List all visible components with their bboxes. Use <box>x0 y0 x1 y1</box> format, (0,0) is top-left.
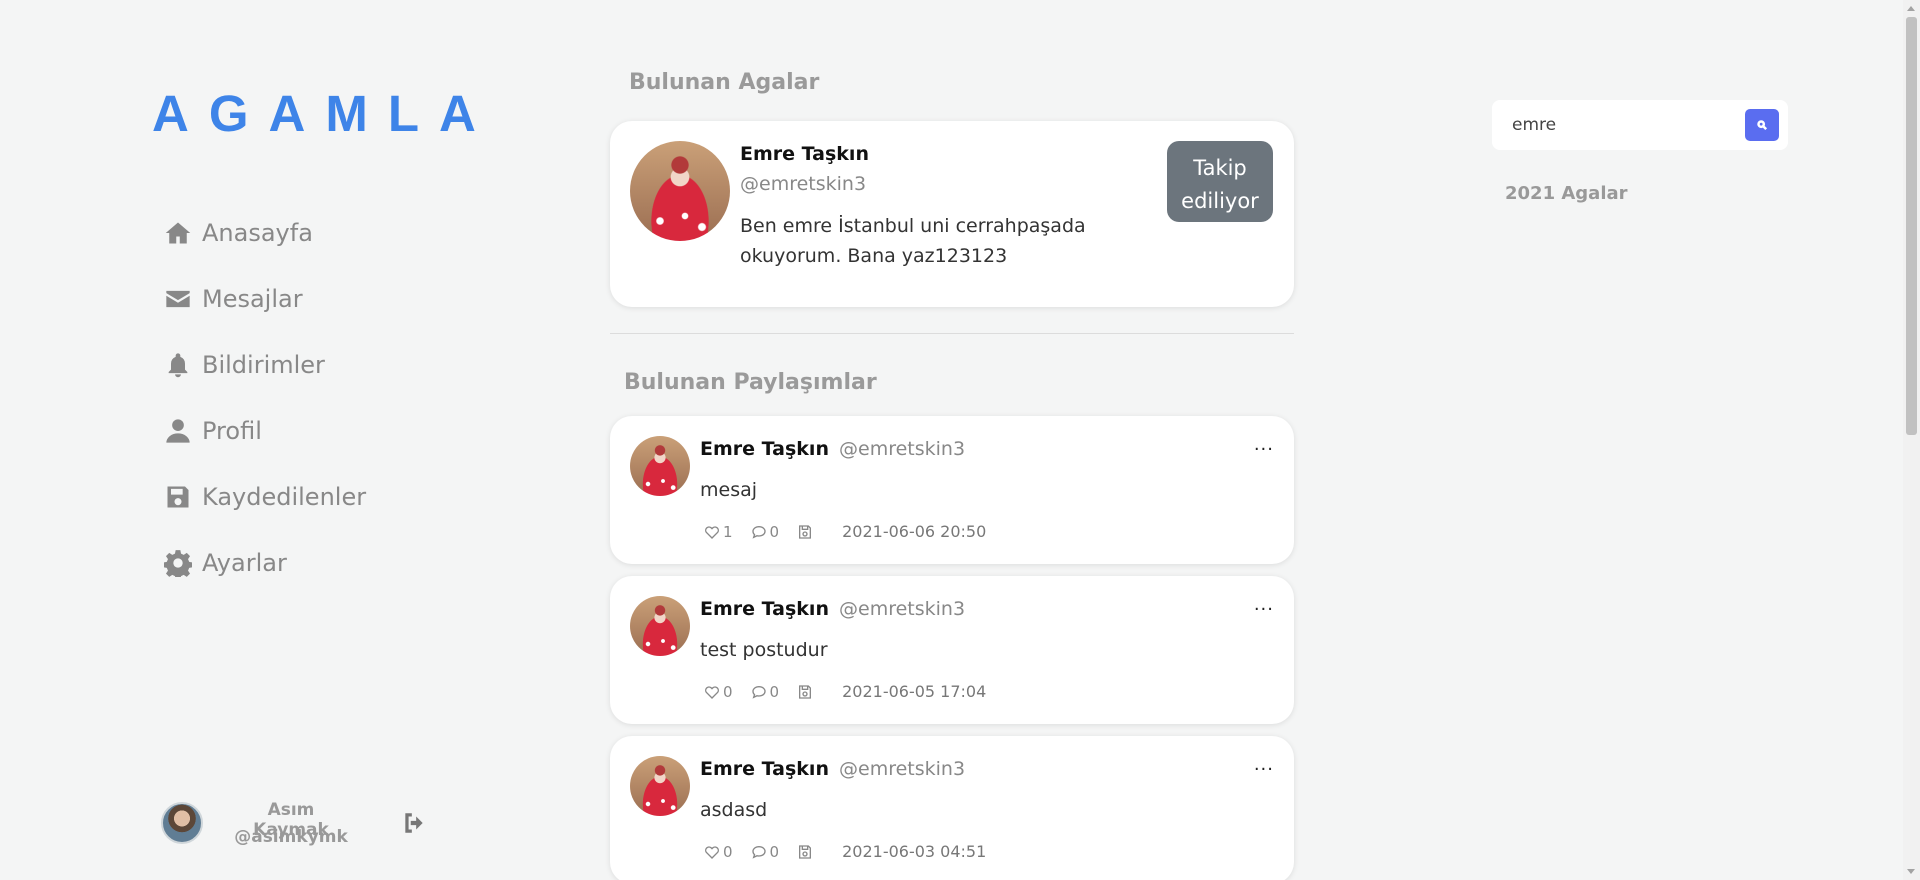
nav-item-anasayfa[interactable]: Anasayfa <box>164 200 366 266</box>
user-name[interactable]: Emre Taşkın <box>740 143 869 165</box>
nav-item-label: Anasayfa <box>202 219 313 247</box>
follow-label-line2: ediliyor <box>1181 188 1259 213</box>
avatar[interactable] <box>630 756 690 816</box>
user-handle: @emretskin3 <box>740 173 867 195</box>
heart-icon <box>705 845 719 859</box>
envelope-icon <box>166 290 190 308</box>
more-options-button[interactable]: ... <box>1254 594 1274 615</box>
nav-item-mesajlar[interactable]: Mesajlar <box>164 266 366 332</box>
logo[interactable]: AGAMLA <box>152 84 496 143</box>
comment-button[interactable]: 0 <box>751 842 780 861</box>
scroll-thumb[interactable] <box>1906 17 1917 435</box>
avatar[interactable] <box>630 596 690 656</box>
search-input[interactable] <box>1512 112 1732 138</box>
sidebar: AGAMLA Anasayfa Mesajlar Bildirimler Pro… <box>0 0 600 880</box>
nav-item-label: Mesajlar <box>202 285 303 313</box>
user-icon <box>166 419 190 443</box>
divider <box>610 333 1294 334</box>
logout-icon[interactable] <box>401 810 427 836</box>
post-text: asdasd <box>700 799 768 821</box>
post-date: 2021-06-06 20:50 <box>842 522 987 541</box>
gear-icon <box>164 550 192 577</box>
home-icon <box>165 222 191 244</box>
scroll-down-arrow[interactable] <box>1907 869 1915 874</box>
post-author-name[interactable]: Emre Taşkın <box>700 598 829 620</box>
like-count: 0 <box>723 842 733 861</box>
like-button[interactable]: 0 <box>704 843 733 861</box>
like-count: 1 <box>723 522 733 541</box>
follow-button[interactable]: Takip ediliyor <box>1167 141 1273 222</box>
more-options-button[interactable]: ... <box>1254 754 1274 775</box>
comment-icon <box>751 525 766 539</box>
comment-count: 0 <box>769 842 780 861</box>
bell-icon <box>168 353 188 378</box>
nav-item-label: Ayarlar <box>202 549 287 577</box>
save-icon <box>799 684 812 699</box>
post-author-handle: @emretskin3 <box>839 438 966 460</box>
avatar[interactable] <box>630 141 730 241</box>
comment-button[interactable]: 0 <box>751 522 780 541</box>
save-post-button[interactable] <box>797 524 816 540</box>
nav-item-label: Profil <box>202 417 262 445</box>
nav-item-profil[interactable]: Profil <box>164 398 366 464</box>
comment-count: 0 <box>769 682 780 701</box>
like-button[interactable]: 1 <box>704 523 733 541</box>
comment-icon <box>751 845 766 859</box>
post-card[interactable]: Emre Taşkın @emretskin3 ... test postudu… <box>610 576 1294 724</box>
comment-button[interactable]: 0 <box>751 682 780 701</box>
search-box <box>1492 100 1788 150</box>
more-options-button[interactable]: ... <box>1254 434 1274 455</box>
scrollbar[interactable] <box>1903 0 1920 880</box>
save-post-button[interactable] <box>797 684 816 700</box>
section-title-posts: Bulunan Paylaşımlar <box>624 370 877 395</box>
post-date: 2021-06-03 04:51 <box>842 842 987 861</box>
post-meta: 0 0 2021-06-05 17:04 <box>704 682 986 701</box>
user-result-card[interactable]: Emre Taşkın @emretskin3 Ben emre İstanbu… <box>610 121 1294 307</box>
post-header: Emre Taşkın @emretskin3 <box>700 758 965 780</box>
post-meta: 0 0 2021-06-03 04:51 <box>704 842 986 861</box>
post-date: 2021-06-05 17:04 <box>842 682 987 701</box>
nav-item-label: Kaydedilenler <box>202 483 367 511</box>
like-count: 0 <box>723 682 733 701</box>
nav-item-ayarlar[interactable]: Ayarlar <box>164 530 366 596</box>
post-meta: 1 0 2021-06-06 20:50 <box>704 522 986 541</box>
post-author-name[interactable]: Emre Taşkın <box>700 758 829 780</box>
post-text: mesaj <box>700 479 758 501</box>
heart-icon <box>705 685 719 699</box>
current-user-handle: @asimkymk <box>234 827 348 847</box>
search-button[interactable] <box>1745 109 1779 141</box>
nav-item-label: Bildirimler <box>202 351 325 379</box>
avatar[interactable] <box>161 802 203 844</box>
comment-count: 0 <box>769 522 780 541</box>
follow-label-line1: Takip <box>1193 155 1247 180</box>
year-title: 2021 Agalar <box>1505 183 1628 204</box>
post-author-handle: @emretskin3 <box>839 758 966 780</box>
user-bio: Ben emre İstanbul uni cerrahpaşada okuyo… <box>740 215 1086 267</box>
post-card[interactable]: Emre Taşkın @emretskin3 ... mesaj 1 0 20… <box>610 416 1294 564</box>
section-title-people: Bulunan Agalar <box>629 70 820 95</box>
search-icon <box>1757 120 1767 130</box>
nav-item-kaydedilenler[interactable]: Kaydedilenler <box>164 464 366 530</box>
post-card[interactable]: Emre Taşkın @emretskin3 ... asdasd 0 0 2… <box>610 736 1294 880</box>
post-author-name[interactable]: Emre Taşkın <box>700 438 829 460</box>
comment-icon <box>751 685 766 699</box>
save-post-button[interactable] <box>797 844 816 860</box>
save-icon <box>799 844 812 859</box>
nav-item-bildirimler[interactable]: Bildirimler <box>164 332 366 398</box>
current-user: Asım Kaymak @asimkymk <box>161 798 431 848</box>
save-icon <box>799 524 812 539</box>
heart-icon <box>705 525 719 539</box>
post-text: test postudur <box>700 639 828 661</box>
nav-menu: Anasayfa Mesajlar Bildirimler Profil Kay… <box>164 200 366 596</box>
avatar[interactable] <box>630 436 690 496</box>
like-button[interactable]: 0 <box>704 683 733 701</box>
post-header: Emre Taşkın @emretskin3 <box>700 598 965 620</box>
save-icon <box>167 486 189 508</box>
post-header: Emre Taşkın @emretskin3 <box>700 438 965 460</box>
post-author-handle: @emretskin3 <box>839 598 966 620</box>
scroll-up-arrow[interactable] <box>1907 6 1915 11</box>
